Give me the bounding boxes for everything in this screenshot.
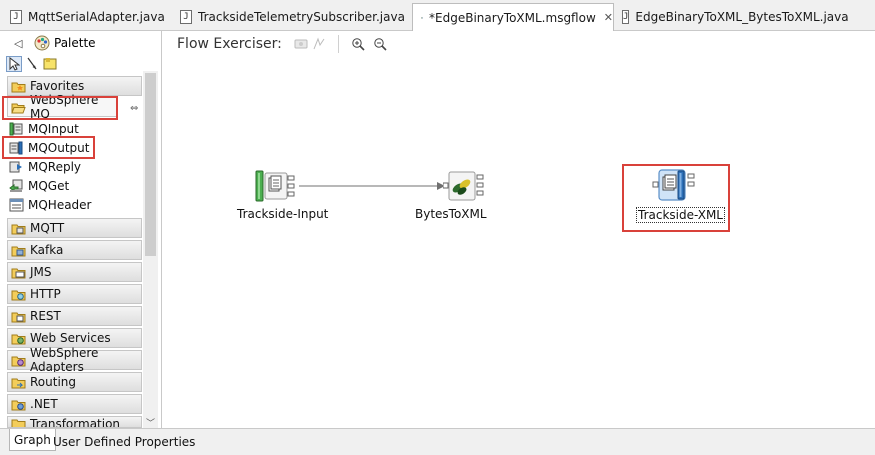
java-file-icon: J	[622, 10, 630, 24]
mqinput-node-icon[interactable]	[254, 170, 298, 202]
palette-tools	[6, 55, 58, 73]
highlight-trackside-xml-node	[622, 164, 730, 232]
drawer-jms[interactable]: JMS	[7, 262, 142, 282]
pin-drawer-icon[interactable]: ⇔	[130, 103, 138, 114]
java-compute-node-icon[interactable]	[443, 171, 489, 201]
drawer-label: Transformation	[30, 417, 121, 428]
palette-item-label: MQReply	[28, 159, 82, 174]
drawer-label: JMS	[30, 265, 52, 279]
tab-trackside-telemetry-subscriber[interactable]: J TracksideTelemetrySubscriber.java	[172, 4, 410, 30]
folder-icon	[11, 290, 26, 300]
tab-label: MqttSerialAdapter.java	[28, 10, 165, 24]
connection-tool-icon[interactable]	[24, 56, 40, 72]
drawer-mqtt[interactable]: MQTT	[7, 218, 142, 238]
drawer-kafka[interactable]: Kafka	[7, 240, 142, 260]
palette-item-label: MQHeader	[28, 197, 92, 212]
tab-label: *EdgeBinaryToXML.msgflow	[429, 10, 596, 25]
msgflow-file-icon	[421, 16, 424, 19]
flow-exerciser-start-icon[interactable]	[292, 35, 310, 53]
node-label-trackside-input[interactable]: Trackside-Input	[237, 207, 328, 221]
drawer-label: MQTT	[30, 221, 65, 235]
folder-icon	[11, 246, 26, 256]
palette-panel: ◁ Palette Favorites WebSphere MQ ⇔ MQInp…	[0, 31, 162, 429]
folder-icon	[11, 334, 26, 344]
folder-icon	[11, 356, 26, 366]
tab-edge-binary-to-xml-msgflow[interactable]: *EdgeBinaryToXML.msgflow ✕	[412, 3, 614, 31]
folder-icon	[11, 268, 26, 278]
tab-user-defined-properties[interactable]: User Defined Properties	[49, 432, 199, 452]
drawer-http[interactable]: HTTP	[7, 284, 142, 304]
node-label-bytes-to-xml[interactable]: BytesToXML	[415, 207, 487, 221]
drawer-label: HTTP	[30, 287, 61, 301]
editor-tab-bar: J MqttSerialAdapter.java J TracksideTele…	[0, 0, 875, 31]
tab-label: TracksideTelemetrySubscriber.java	[198, 10, 405, 24]
folder-icon	[11, 312, 26, 322]
drawer-label: REST	[30, 309, 61, 323]
java-file-icon: J	[180, 10, 192, 24]
mqget-icon	[9, 179, 23, 192]
tab-mqtt-serial-adapter[interactable]: J MqttSerialAdapter.java	[2, 4, 172, 30]
drawer-rest[interactable]: REST	[7, 306, 142, 326]
drawer-label: Routing	[30, 375, 77, 389]
palette-item-label: MQInput	[28, 121, 79, 136]
palette-item-mqget[interactable]: MQGet	[9, 176, 69, 195]
drawer-routing[interactable]: Routing	[7, 372, 142, 392]
palette-scrollbar[interactable]: ﹀	[143, 71, 158, 429]
flow-exerciser-label: Flow Exerciser:	[177, 36, 282, 52]
close-icon[interactable]: ✕	[604, 11, 613, 24]
palette-icon	[34, 35, 50, 51]
drawer-label: Favorites	[30, 79, 85, 93]
palette-item-mqheader[interactable]: MQHeader	[9, 195, 92, 214]
tab-label: EdgeBinaryToXML_BytesToXML.java	[635, 10, 849, 24]
folder-icon	[11, 419, 26, 427]
toolbar-separator	[337, 35, 339, 53]
select-tool-icon[interactable]	[6, 56, 22, 72]
tab-edge-binary-to-xml-bytes-to-xml[interactable]: J EdgeBinaryToXML_BytesToXML.java	[614, 4, 849, 30]
favorites-folder-icon	[11, 82, 26, 92]
drawer-dotnet[interactable]: .NET	[7, 394, 142, 414]
palette-item-mqreply[interactable]: MQReply	[9, 157, 81, 176]
bottom-tab-label: Graph	[14, 432, 51, 447]
scroll-down-icon[interactable]: ﹀	[143, 416, 158, 429]
note-tool-icon[interactable]	[42, 56, 58, 72]
mqreply-icon	[9, 161, 22, 172]
drawer-label: WebSphere Adapters	[30, 346, 99, 374]
palette-header[interactable]: ◁ Palette	[0, 31, 162, 55]
drawer-websphere-adapters[interactable]: WebSphere Adapters	[7, 346, 142, 374]
editor-bottom-tabs: Graph User Defined Properties	[0, 428, 875, 455]
flow-diagram	[299, 182, 445, 190]
flow-canvas[interactable]: Trackside-Input BytesToXML Trackside-XML	[163, 57, 875, 428]
zoom-in-icon[interactable]	[349, 35, 367, 53]
bottom-tab-label: User Defined Properties	[53, 435, 196, 449]
drawer-transformation[interactable]: Transformation	[7, 416, 142, 428]
collapse-palette-icon[interactable]: ◁	[14, 37, 28, 50]
palette-title: Palette	[54, 36, 96, 50]
drawer-label: .NET	[30, 397, 58, 411]
folder-icon	[11, 224, 26, 234]
zoom-out-icon[interactable]	[371, 35, 389, 53]
drawer-label: Web Services	[30, 331, 111, 345]
highlight-mqoutput	[2, 136, 95, 159]
flow-toolbar: Flow Exerciser:	[163, 31, 875, 57]
drawer-label: Kafka	[30, 243, 64, 257]
folder-icon	[11, 400, 26, 410]
palette-item-label: MQGet	[28, 178, 70, 193]
folder-icon	[11, 378, 26, 388]
scrollbar-thumb[interactable]	[145, 73, 156, 256]
flow-exerciser-step-icon[interactable]	[310, 35, 328, 53]
drawer-web-services[interactable]: Web Services	[7, 328, 142, 348]
mqinput-icon	[9, 122, 23, 135]
mqheader-icon	[9, 198, 24, 211]
highlight-websphere-mq	[2, 96, 118, 120]
java-file-icon: J	[10, 10, 22, 24]
